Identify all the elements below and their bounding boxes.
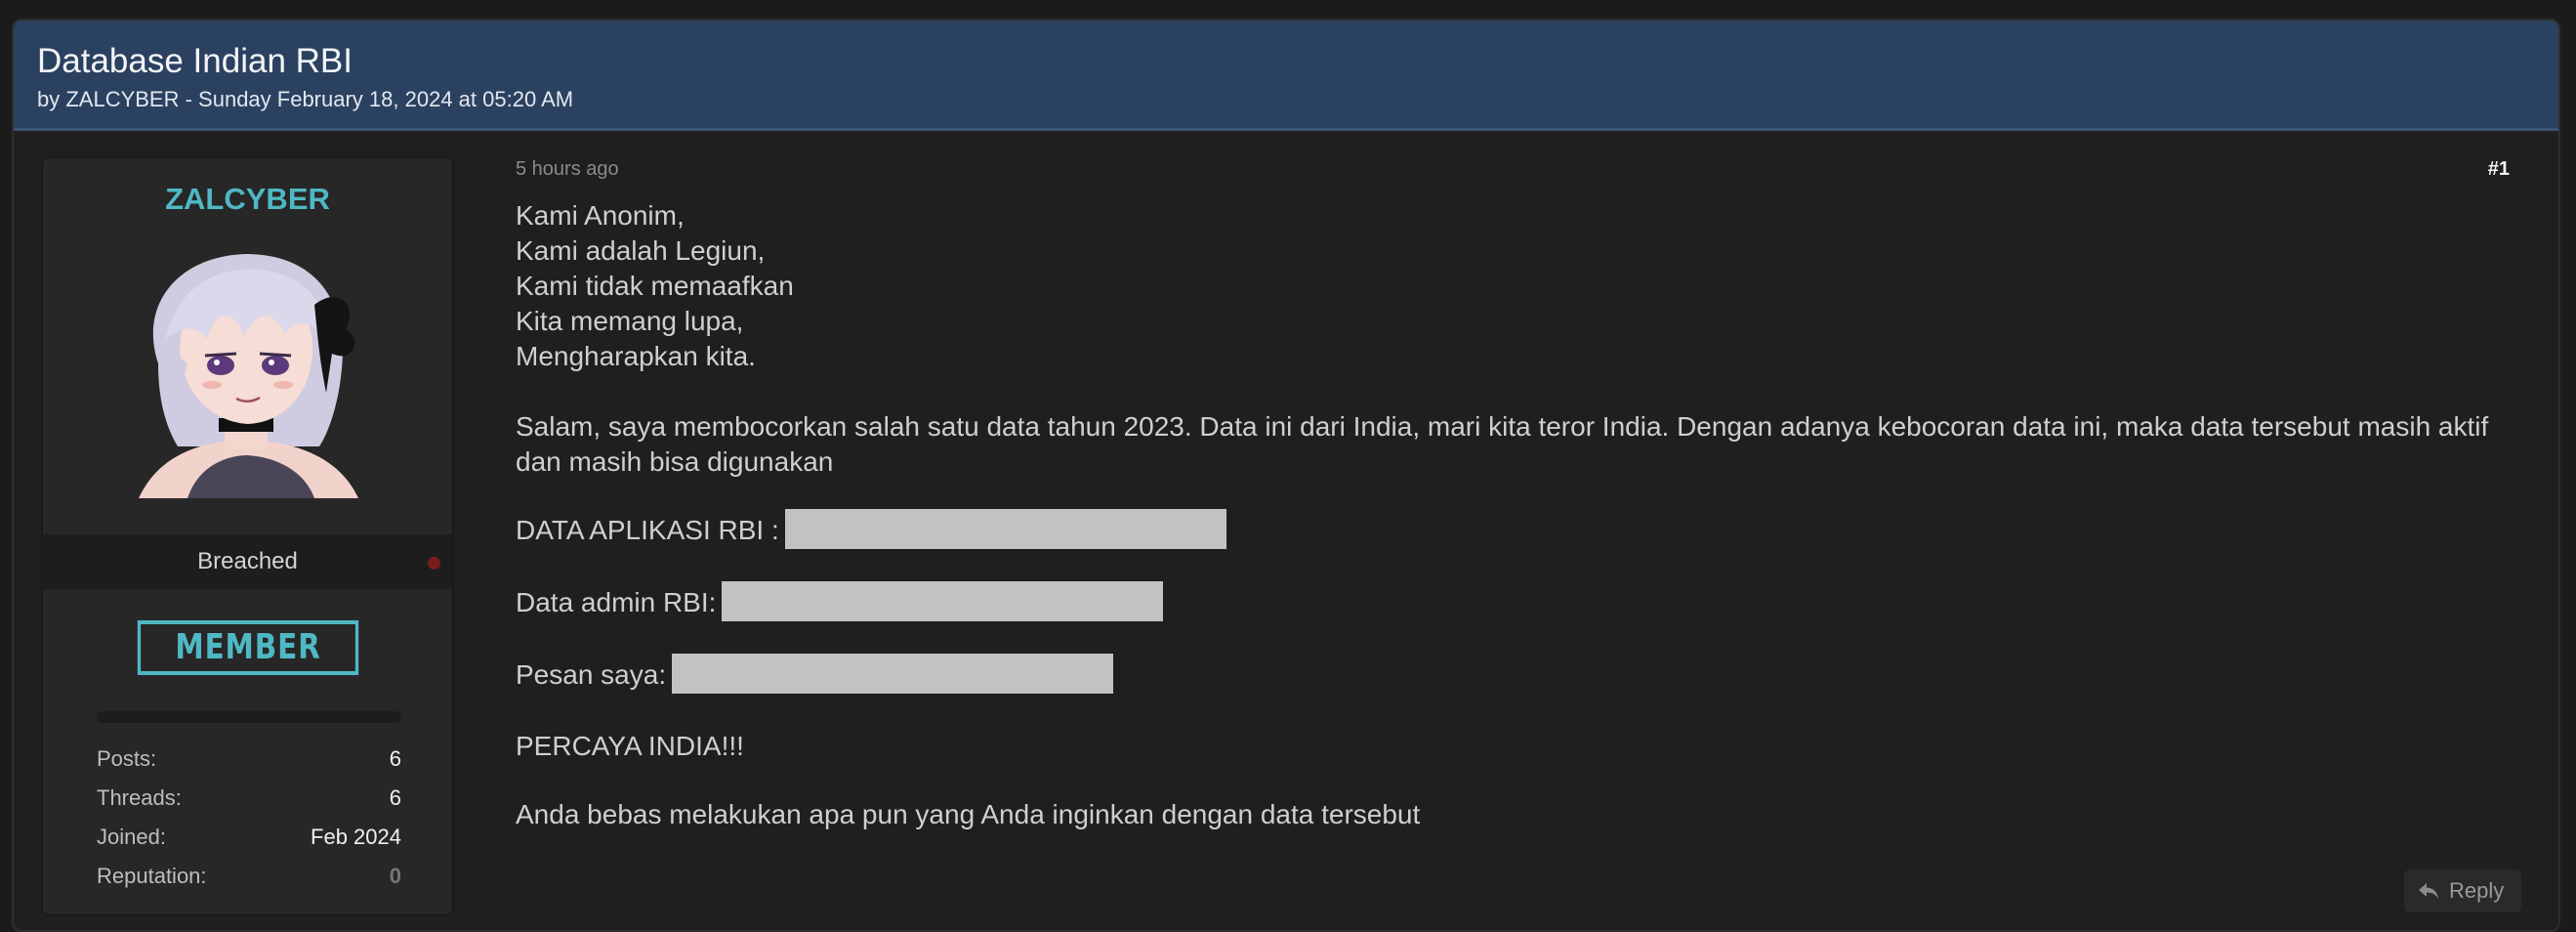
stat-label: Joined: (97, 825, 166, 849)
stat-label: Posts: (97, 746, 157, 771)
reputation-bar (97, 711, 401, 723)
post-closing: Anda bebas melakukan apa pun yang Anda i… (516, 799, 1421, 829)
stat-value[interactable]: 6 (390, 784, 401, 813)
stat-threads: Threads: 6 (97, 784, 401, 813)
thread-byline: by ZALCYBER - Sunday February 18, 2024 a… (37, 87, 574, 111)
thread-container: Database Indian RBI by ZALCYBER - Sunday… (12, 19, 2560, 932)
stat-value: Feb 2024 (311, 825, 401, 849)
reply-arrow-icon (2419, 883, 2438, 899)
post-line: Kita memang lupa, (516, 306, 744, 336)
reply-button[interactable]: Reply (2404, 869, 2521, 912)
post-body: Kami Anonim, Kami adalah Legiun, Kami ti… (516, 198, 2508, 832)
stat-joined: Joined: Feb 2024 (97, 823, 401, 852)
post-line: Kami adalah Legiun, (516, 235, 766, 266)
thread-header: Database Indian RBI by ZALCYBER - Sunday… (14, 21, 2558, 131)
stat-value[interactable]: 0 (390, 862, 401, 891)
post-field-row: DATA APLIKASI RBI : (516, 509, 2508, 552)
stat-posts: Posts: 6 (97, 744, 401, 774)
stat-reputation: Reputation: 0 (97, 862, 401, 891)
user-group-label: Breached (197, 548, 298, 574)
reply-label: Reply (2449, 878, 2505, 903)
redacted-block (784, 509, 1226, 549)
post-line: Mengharapkan kita. (516, 341, 756, 371)
post-line: Kami Anonim, (516, 200, 685, 231)
stat-label: Threads: (97, 785, 182, 810)
stat-value[interactable]: 6 (390, 744, 401, 774)
post-shout: PERCAYA INDIA!!! (516, 731, 744, 761)
post-number[interactable]: #1 (2488, 157, 2510, 181)
author-panel: ZALCYBER Breached MEMBER Posts: 6 Thread… (41, 156, 454, 916)
author-username[interactable]: ZALCYBER (43, 182, 452, 217)
post-field-row: Pesan saya: (516, 654, 2508, 697)
post-paragraph: Salam, saya membocorkan salah satu data … (516, 411, 2489, 477)
field-label: Data admin RBI: (516, 586, 717, 617)
redacted-block (672, 654, 1114, 694)
member-badge: MEMBER (137, 620, 359, 675)
field-label: DATA APLIKASI RBI : (516, 514, 779, 545)
thread-title: Database Indian RBI (37, 42, 353, 80)
offline-status-icon (428, 557, 440, 570)
post-timestamp[interactable]: 5 hours ago (516, 157, 619, 181)
field-label: Pesan saya: (516, 658, 667, 690)
post-field-row: Data admin RBI: (516, 581, 2508, 624)
author-avatar[interactable] (119, 246, 373, 498)
post-line: Kami tidak memaafkan (516, 271, 794, 301)
redacted-block (722, 581, 1164, 621)
rank-bar: Breached (43, 534, 452, 589)
stat-label: Reputation: (97, 864, 207, 888)
